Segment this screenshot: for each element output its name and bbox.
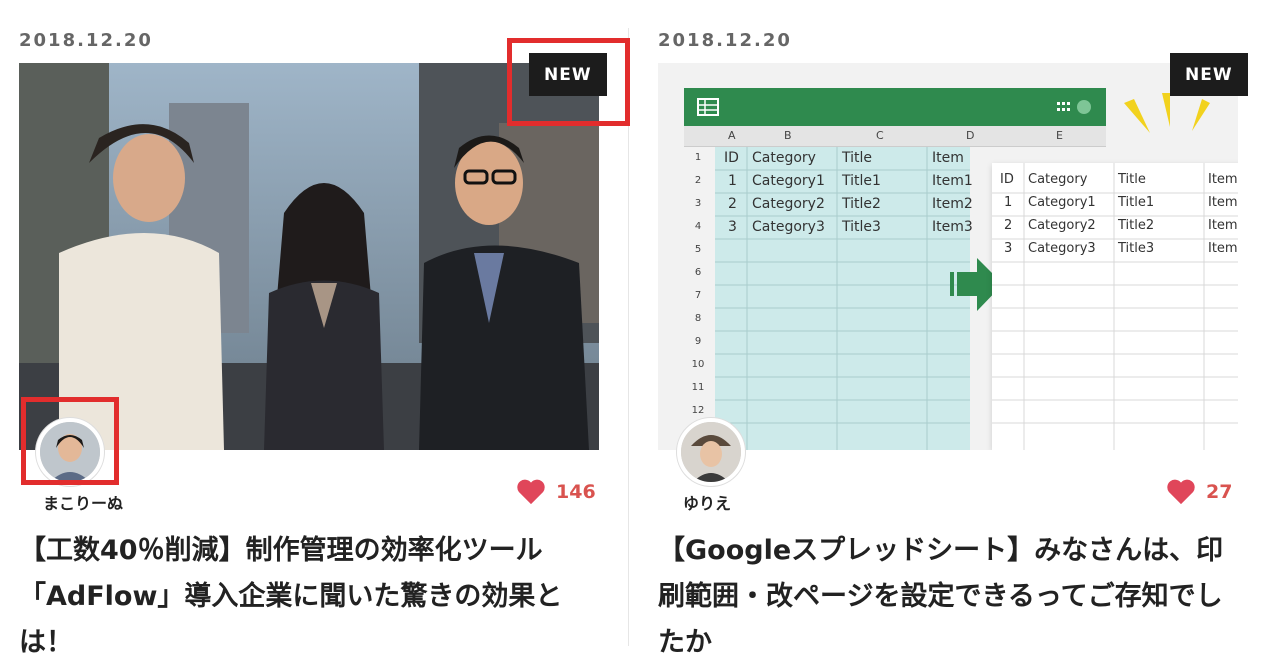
cell-header-category: Category xyxy=(752,150,816,166)
cell: Title1 xyxy=(1118,195,1155,210)
cell-header-title: Title xyxy=(1118,172,1146,187)
cell: Item1 xyxy=(932,173,973,189)
col-a: A xyxy=(728,129,736,142)
author-avatar[interactable] xyxy=(677,418,745,486)
cell: 3 xyxy=(728,219,737,235)
cell-header-title: Title xyxy=(842,150,873,166)
post-date: 2018.12.20 xyxy=(658,30,792,51)
col-e: E xyxy=(1056,129,1063,142)
cell: Category1 xyxy=(1028,195,1096,210)
cell: Title1 xyxy=(842,173,881,189)
author-name[interactable]: ゆりえ xyxy=(683,490,731,514)
cell: Item2 xyxy=(1208,218,1238,233)
cell-header-category: Category xyxy=(1028,172,1088,187)
highlight-box-badge xyxy=(507,38,630,126)
article-title[interactable]: 【工数40％削減】制作管理の効率化ツール「AdFlow」導入企業に聞いた驚きの効… xyxy=(19,528,599,666)
cell: Category3 xyxy=(1028,241,1096,256)
article-card-adflow[interactable]: 2018.12.20 NEW まこりーぬ 146 【工数40％削減】制作管理の効… xyxy=(19,0,630,658)
like-counter[interactable]: 146 xyxy=(516,478,596,505)
cell: Title2 xyxy=(842,196,881,212)
heart-icon[interactable] xyxy=(516,478,546,505)
cell: Item2 xyxy=(932,196,973,212)
like-count: 27 xyxy=(1206,480,1233,503)
cell: Item3 xyxy=(1208,241,1238,256)
cell: Title2 xyxy=(1118,218,1155,233)
heart-icon[interactable] xyxy=(1166,478,1196,505)
like-counter[interactable]: 27 xyxy=(1166,478,1232,505)
cell-header-item: Item xyxy=(1208,172,1238,187)
cell-header-id: ID xyxy=(724,150,739,166)
sheet-selection xyxy=(715,147,970,450)
sparkle-icon xyxy=(1124,93,1210,133)
cell: Title3 xyxy=(842,219,881,235)
article-title[interactable]: 【Googleスプレッドシート】みなさんは、印刷範囲・改ページを設定できるってご… xyxy=(658,528,1238,666)
cell: 3 xyxy=(1004,241,1013,256)
cell: Item1 xyxy=(1208,195,1238,210)
cell: Item3 xyxy=(932,219,973,235)
cell: Title3 xyxy=(1118,241,1155,256)
cell: Category3 xyxy=(752,219,825,235)
cell: 2 xyxy=(1004,218,1013,233)
post-date: 2018.12.20 xyxy=(19,30,153,51)
cell: Category2 xyxy=(1028,218,1096,233)
cell-header-item: Item xyxy=(932,150,964,166)
highlight-box-avatar xyxy=(21,397,119,485)
col-c: C xyxy=(876,129,884,142)
cell: 1 xyxy=(728,173,737,189)
col-d: D xyxy=(966,129,975,142)
author-name[interactable]: まこりーぬ xyxy=(43,490,123,514)
cell-header-id: ID xyxy=(1000,172,1014,187)
cell: Category2 xyxy=(752,196,825,212)
cell: 2 xyxy=(728,196,737,212)
cell: 1 xyxy=(1004,195,1013,210)
article-card-spreadsheet[interactable]: 2018.12.20 A B C D E 1 2 3 4 5 6 7 8 9 1… xyxy=(658,0,1248,658)
article-thumbnail[interactable]: A B C D E 1 2 3 4 5 6 7 8 9 10 11 12 ID … xyxy=(658,63,1238,450)
like-count: 146 xyxy=(556,480,596,503)
new-badge: NEW xyxy=(1170,53,1248,96)
col-b: B xyxy=(784,129,792,142)
column-header-row: A B C D E xyxy=(684,126,1106,147)
cell: Category1 xyxy=(752,173,825,189)
sheet-toolbar xyxy=(684,88,1106,126)
